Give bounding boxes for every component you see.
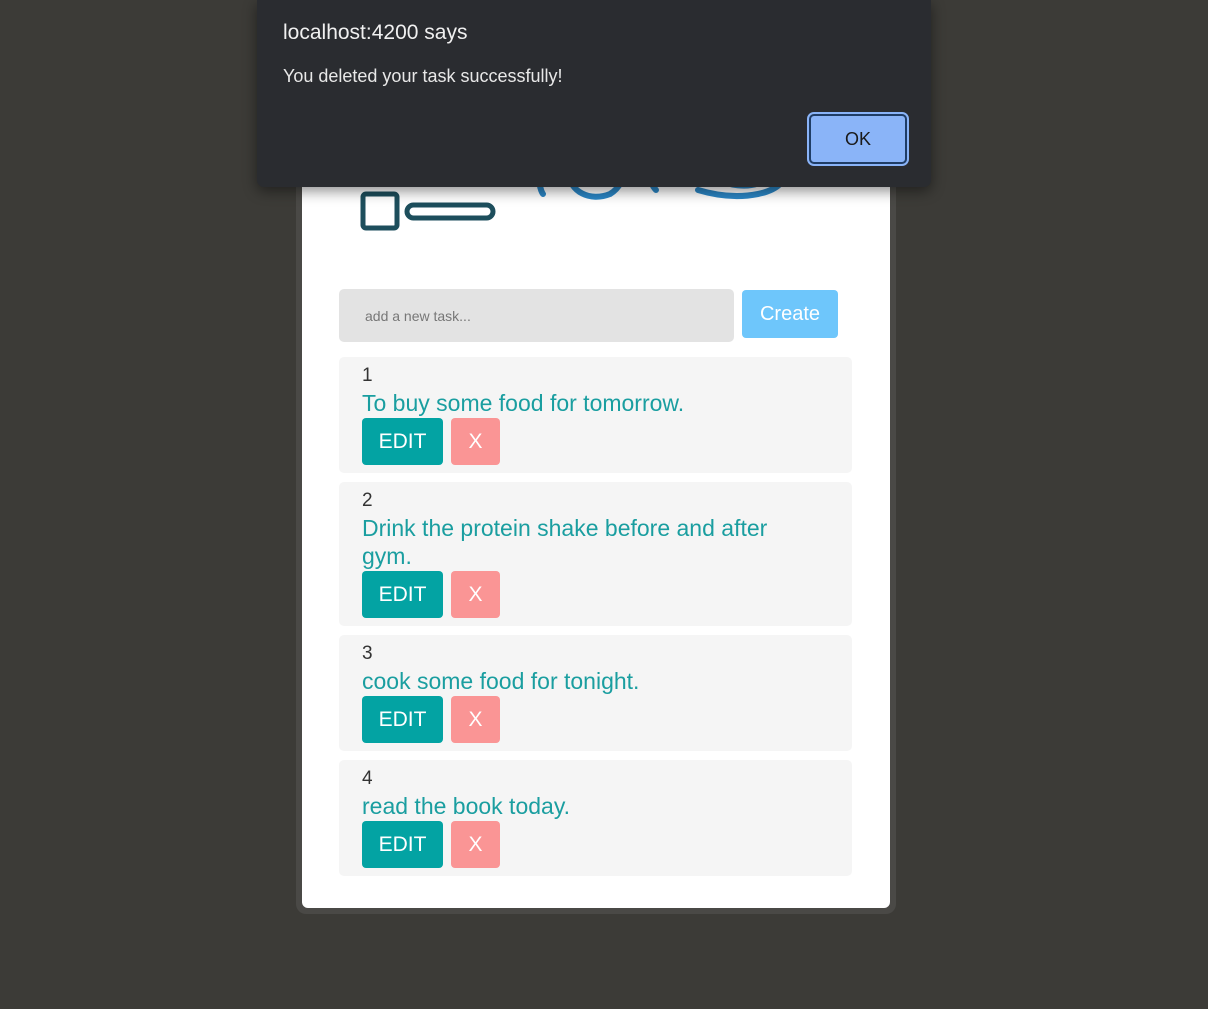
- task-list: 1 To buy some food for tomorrow. EDIT X …: [339, 357, 852, 885]
- delete-button[interactable]: X: [451, 571, 500, 618]
- delete-button[interactable]: X: [451, 696, 500, 743]
- dialog-title: localhost:4200 says: [283, 21, 468, 44]
- task-item: 1 To buy some food for tomorrow. EDIT X: [339, 357, 852, 473]
- task-number: 2: [362, 490, 373, 511]
- task-actions: EDIT X: [362, 571, 829, 618]
- create-button[interactable]: Create: [742, 290, 838, 338]
- edit-button[interactable]: EDIT: [362, 418, 443, 465]
- task-text: cook some food for tonight.: [362, 668, 640, 694]
- edit-button[interactable]: EDIT: [362, 571, 443, 618]
- task-text: Drink the protein shake before and after…: [362, 515, 768, 569]
- task-text: To buy some food for tomorrow.: [362, 390, 685, 416]
- delete-button[interactable]: X: [451, 821, 500, 868]
- task-item: 4 read the book today. EDIT X: [339, 760, 852, 876]
- task-actions: EDIT X: [362, 696, 829, 743]
- dialog-message: You deleted your task successfully!: [283, 66, 563, 86]
- task-item: 3 cook some food for tonight. EDIT X: [339, 635, 852, 751]
- task-text: read the book today.: [362, 793, 570, 819]
- edit-button[interactable]: EDIT: [362, 696, 443, 743]
- alert-dialog: localhost:4200 says You deleted your tas…: [257, 0, 931, 187]
- ok-button[interactable]: OK: [807, 112, 909, 166]
- task-number: 1: [362, 365, 373, 386]
- edit-button[interactable]: EDIT: [362, 821, 443, 868]
- delete-button[interactable]: X: [451, 418, 500, 465]
- new-task-input[interactable]: [339, 289, 734, 342]
- task-item: 2 Drink the protein shake before and aft…: [339, 482, 852, 626]
- task-actions: EDIT X: [362, 821, 829, 868]
- task-number: 3: [362, 643, 373, 664]
- task-number: 4: [362, 768, 373, 789]
- task-actions: EDIT X: [362, 418, 829, 465]
